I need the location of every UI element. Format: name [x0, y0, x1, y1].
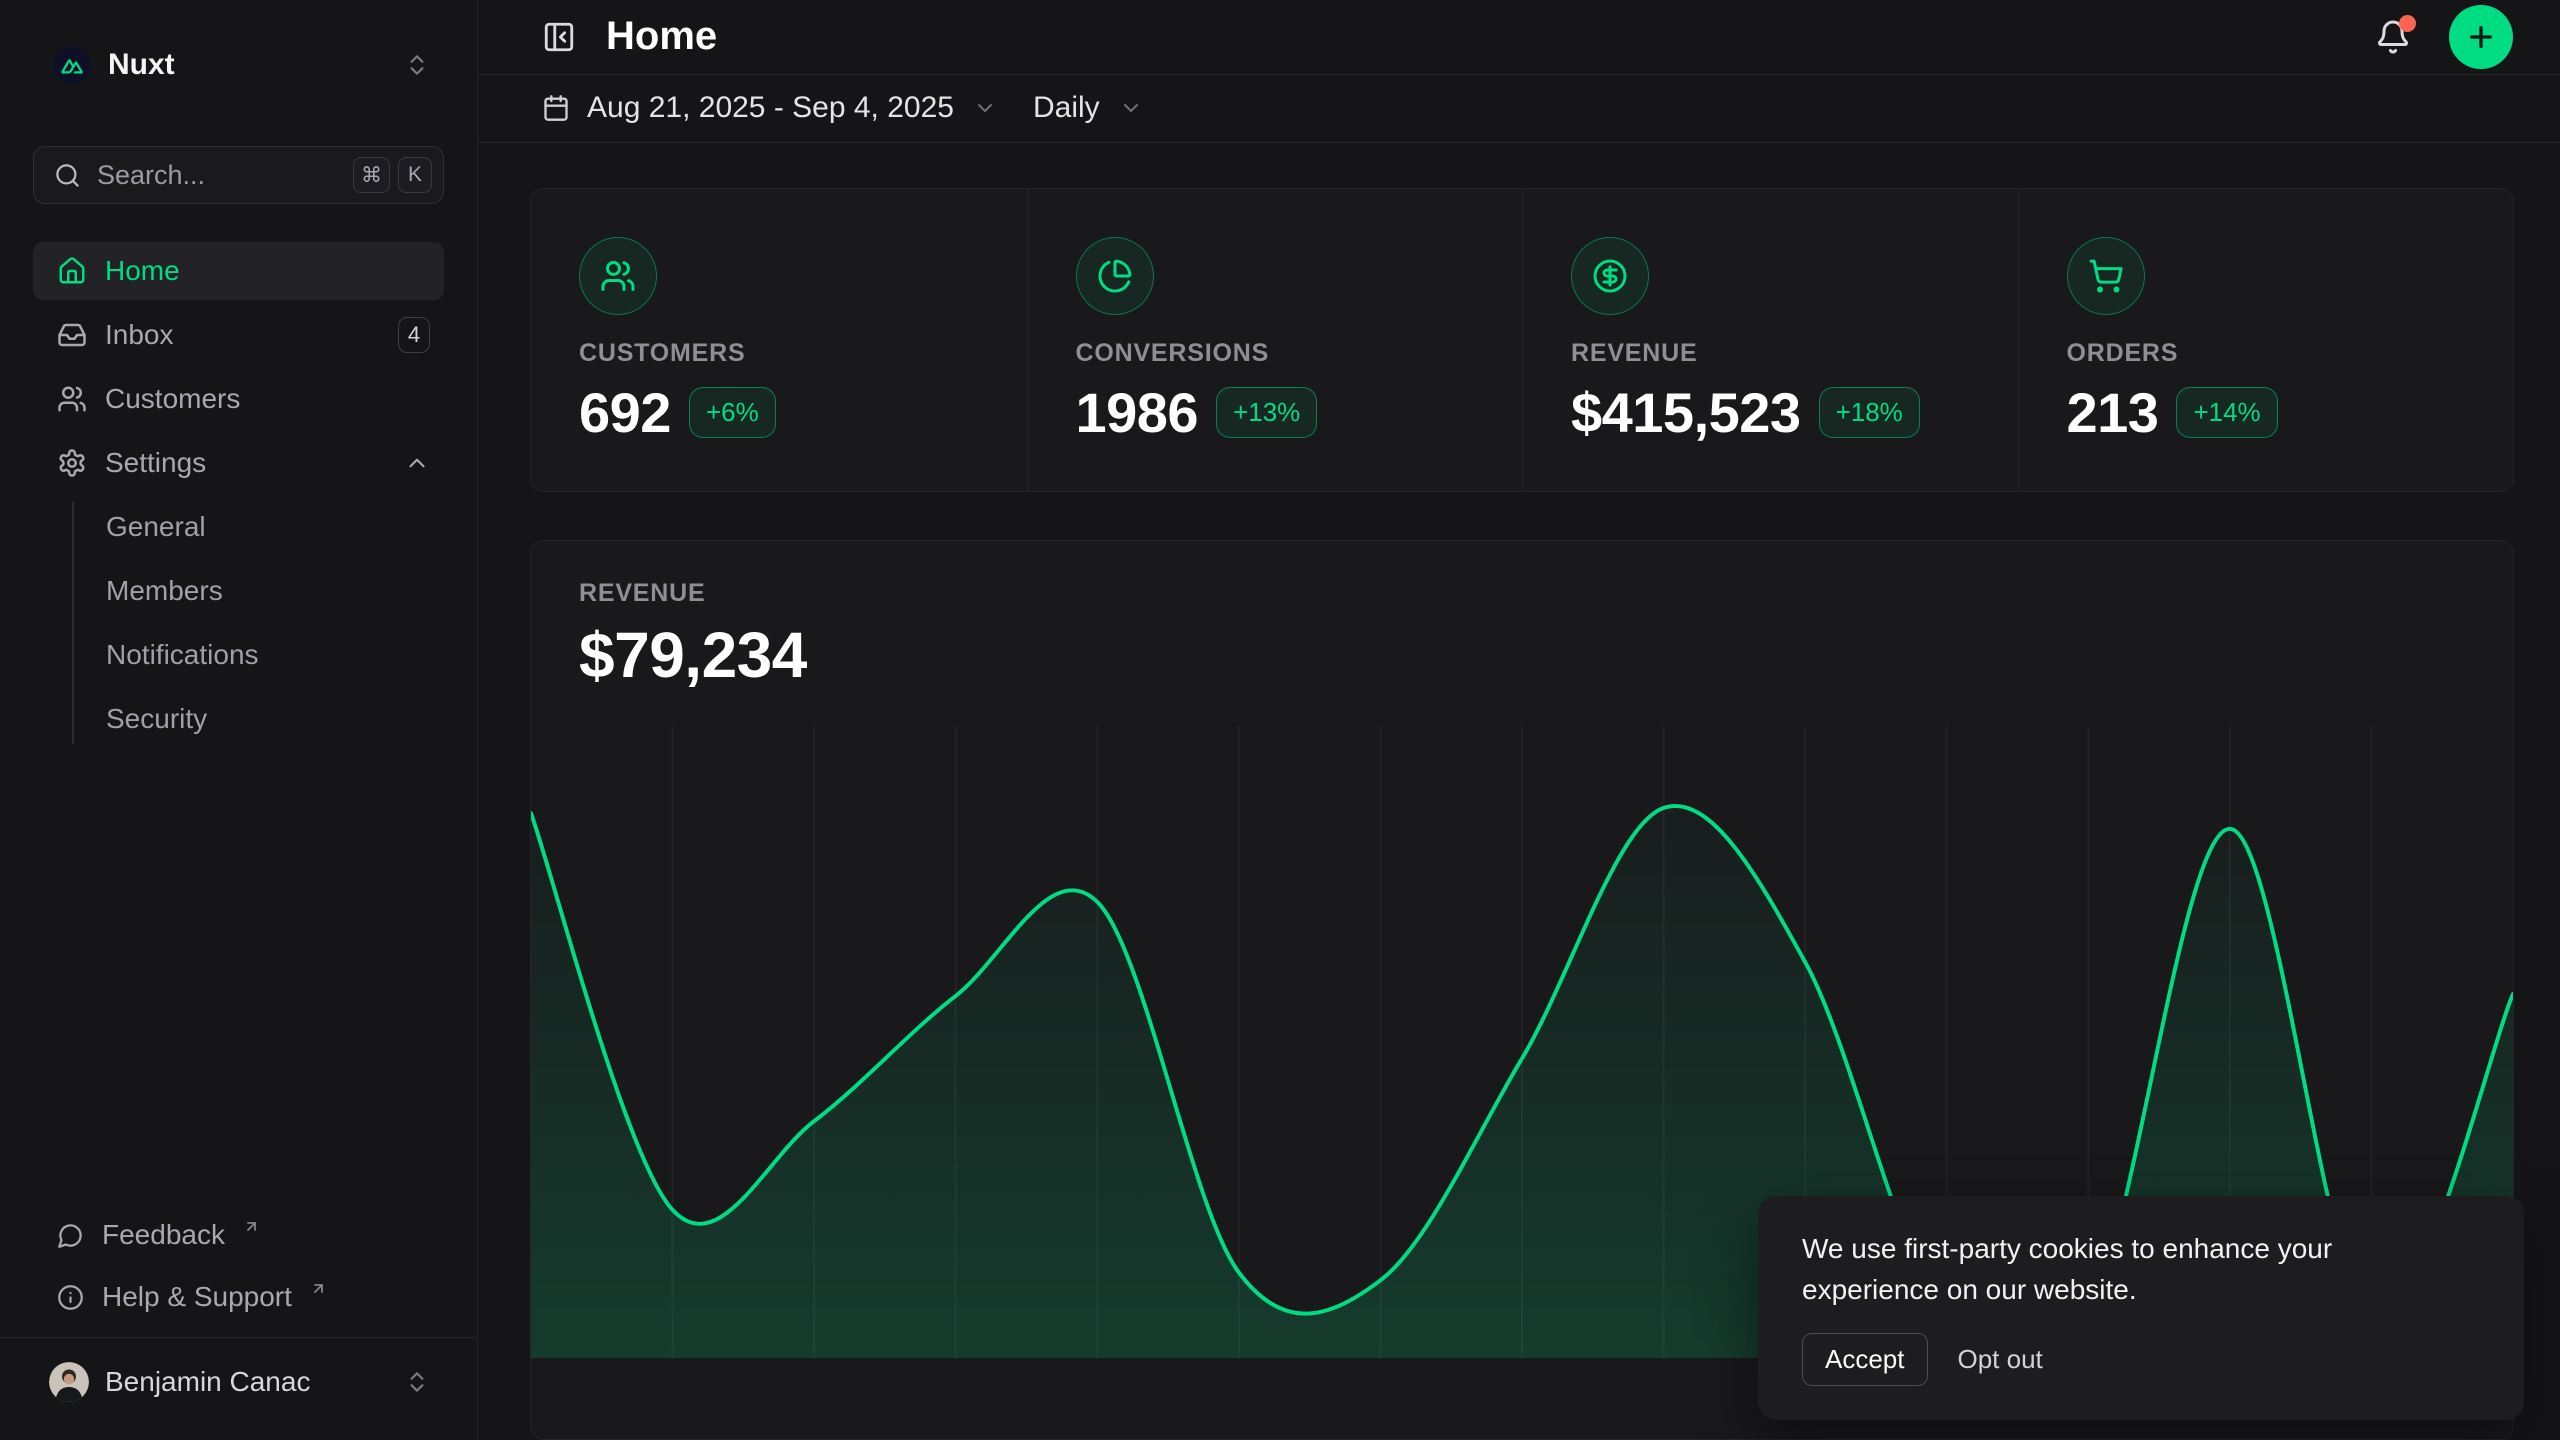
- inbox-icon: [57, 320, 87, 350]
- help-support-label: Help & Support: [102, 1281, 292, 1313]
- sidebar-nav: Home Inbox 4 Customers Settings: [33, 242, 444, 744]
- feedback-label: Feedback: [102, 1219, 225, 1251]
- sidebar-item-settings[interactable]: Settings: [33, 434, 444, 492]
- filter-toolbar: Aug 21, 2025 - Sep 4, 2025 Daily: [478, 75, 2560, 143]
- sub-item-label: General: [106, 511, 206, 543]
- chart-pie-icon: [1097, 258, 1133, 294]
- sidebar-item-customers[interactable]: Customers: [33, 370, 444, 428]
- cookie-message: We use first-party cookies to enhance yo…: [1802, 1228, 2377, 1310]
- add-button[interactable]: [2449, 5, 2513, 69]
- stats-row: CUSTOMERS 692 +6% CONVERSIONS 1986: [530, 188, 2514, 492]
- workspace-name: Nuxt: [108, 48, 175, 82]
- users-icon: [600, 258, 636, 294]
- search-shortcut: ⌘ K: [353, 157, 432, 193]
- stat-orders[interactable]: ORDERS 213 +14%: [2018, 189, 2514, 491]
- stat-delta-badge: +14%: [2176, 387, 2277, 438]
- circle-dollar-stat-badge: [1571, 237, 1649, 315]
- sidebar-item-label: Customers: [105, 383, 240, 415]
- sub-item-label: Security: [106, 703, 207, 735]
- k-key: K: [398, 157, 432, 193]
- chart-pie-stat-badge: [1076, 237, 1154, 315]
- search-field[interactable]: [97, 160, 337, 191]
- chevron-down-icon: [973, 96, 997, 120]
- date-range-value: Aug 21, 2025 - Sep 4, 2025: [587, 91, 954, 125]
- stat-delta-badge: +6%: [689, 387, 776, 438]
- revenue-card-value: $79,234: [579, 618, 2465, 692]
- sidebar: Nuxt ⌘ K Home: [0, 0, 478, 1440]
- shopping-cart-icon: [2088, 258, 2124, 294]
- page-title: Home: [606, 14, 717, 59]
- notifications-button[interactable]: [2375, 19, 2411, 55]
- settings-subnav: General Members Notifications Security: [72, 502, 444, 744]
- collapse-sidebar-icon[interactable]: [542, 20, 576, 54]
- user-name: Benjamin Canac: [105, 1366, 310, 1398]
- user-menu[interactable]: Benjamin Canac: [33, 1350, 444, 1414]
- shopping-cart-stat-badge: [2067, 237, 2145, 315]
- stat-customers[interactable]: CUSTOMERS 692 +6%: [531, 189, 1027, 491]
- stat-value: 1986: [1076, 380, 1199, 445]
- page-header: Home: [478, 0, 2560, 75]
- sidebar-divider: [0, 1337, 477, 1338]
- calendar-icon: [542, 94, 570, 122]
- sidebar-item-members[interactable]: Members: [74, 566, 444, 616]
- sidebar-item-security[interactable]: Security: [74, 694, 444, 744]
- nuxt-logo-icon: [53, 46, 91, 84]
- sidebar-item-home[interactable]: Home: [33, 242, 444, 300]
- stat-delta-badge: +18%: [1819, 387, 1920, 438]
- sidebar-item-general[interactable]: General: [74, 502, 444, 552]
- stat-label: REVENUE: [1571, 339, 1982, 368]
- sidebar-item-label: Settings: [105, 447, 206, 479]
- gear-icon: [57, 448, 87, 478]
- circle-dollar-sign-icon: [1592, 258, 1628, 294]
- stat-value: $415,523: [1571, 380, 1801, 445]
- opt-out-button[interactable]: Opt out: [1944, 1334, 2057, 1385]
- help-support-link[interactable]: Help & Support: [33, 1271, 444, 1323]
- sidebar-item-label: Inbox: [105, 319, 174, 351]
- granularity-select[interactable]: Daily: [1033, 91, 1143, 125]
- cookie-banner: We use first-party cookies to enhance yo…: [1758, 1196, 2524, 1420]
- stat-label: CUSTOMERS: [579, 339, 991, 368]
- stat-value: 692: [579, 380, 671, 445]
- stat-revenue[interactable]: REVENUE $415,523 +18%: [1522, 189, 2018, 491]
- sidebar-item-notifications[interactable]: Notifications: [74, 630, 444, 680]
- message-circle-icon: [57, 1222, 84, 1249]
- cmd-key: ⌘: [353, 157, 390, 193]
- workspace-switcher[interactable]: Nuxt: [33, 34, 444, 96]
- sub-item-label: Members: [106, 575, 223, 607]
- search-input[interactable]: ⌘ K: [33, 146, 444, 204]
- users-stat-badge: [579, 237, 657, 315]
- chevron-up-icon: [404, 450, 430, 476]
- info-icon: [57, 1284, 84, 1311]
- chevron-down-icon: [1119, 96, 1143, 120]
- search-icon: [54, 162, 81, 189]
- sub-item-label: Notifications: [106, 639, 259, 671]
- sidebar-item-inbox[interactable]: Inbox 4: [33, 306, 444, 364]
- inbox-count-badge: 4: [398, 317, 430, 353]
- stat-label: ORDERS: [2067, 339, 2478, 368]
- date-range-picker[interactable]: Aug 21, 2025 - Sep 4, 2025: [542, 91, 997, 125]
- plus-icon: [2465, 21, 2497, 53]
- stat-delta-badge: +13%: [1216, 387, 1317, 438]
- avatar: [49, 1362, 89, 1402]
- granularity-value: Daily: [1033, 91, 1100, 125]
- users-icon: [57, 384, 87, 414]
- stat-conversions[interactable]: CONVERSIONS 1986 +13%: [1027, 189, 1523, 491]
- accept-cookies-button[interactable]: Accept: [1802, 1333, 1928, 1386]
- revenue-card-label: REVENUE: [579, 579, 2465, 608]
- notification-dot: [2399, 15, 2416, 32]
- external-link-icon: [310, 1280, 327, 1297]
- house-icon: [57, 256, 87, 286]
- stat-label: CONVERSIONS: [1076, 339, 1487, 368]
- feedback-link[interactable]: Feedback: [33, 1209, 444, 1261]
- chevrons-up-down-icon: [404, 1369, 430, 1395]
- stat-value: 213: [2067, 380, 2159, 445]
- external-link-icon: [243, 1218, 260, 1235]
- sidebar-footer: Feedback Help & Support: [0, 1209, 477, 1440]
- sidebar-item-label: Home: [105, 255, 180, 287]
- chevrons-up-down-icon: [404, 52, 430, 78]
